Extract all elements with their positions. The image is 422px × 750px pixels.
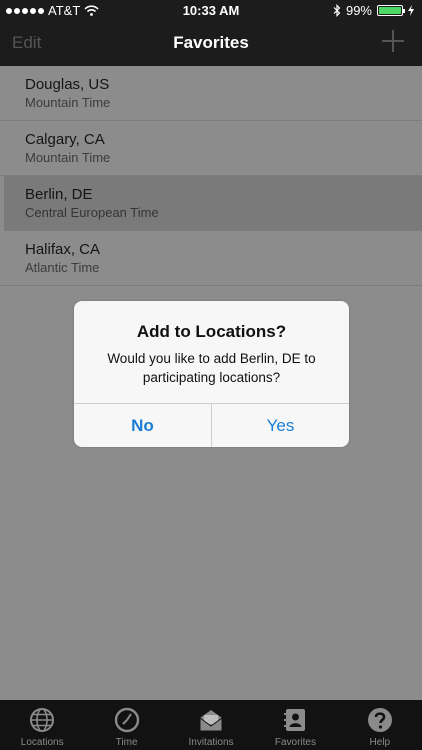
favorite-city: Berlin, DE: [25, 186, 93, 203]
globe-icon: [30, 708, 55, 732]
favorite-timezone: Mountain Time: [25, 95, 111, 110]
tab-locations[interactable]: Locations: [0, 700, 84, 750]
favorite-timezone: Mountain Time: [25, 150, 111, 165]
favorite-city: Halifax, CA: [25, 241, 101, 258]
tab-bar: Locations Time Invitations Favorites Hel…: [0, 700, 422, 750]
favorite-timezone: Atlantic Time: [25, 260, 100, 275]
favorites-list: Douglas, US Mountain Time Calgary, CA Mo…: [0, 66, 422, 286]
battery-icon: [377, 5, 405, 16]
tab-time[interactable]: Time: [84, 700, 168, 750]
navigation-bar: Edit Favorites: [0, 22, 422, 66]
tab-favorites[interactable]: Favorites: [253, 700, 337, 750]
tab-label: Time: [115, 737, 138, 748]
add-button[interactable]: [382, 30, 404, 52]
favorite-row[interactable]: Berlin, DE Central European Time: [4, 176, 422, 231]
no-button[interactable]: No: [74, 404, 212, 447]
favorite-row[interactable]: Halifax, CA Atlantic Time: [0, 231, 422, 286]
tab-label: Locations: [20, 737, 64, 748]
tab-invitations[interactable]: Invitations: [169, 700, 253, 750]
bluetooth-icon: [333, 4, 341, 17]
status-bar: AT&T 10:33 AM 99%: [0, 0, 422, 22]
dialog-message: Would you like to add Berlin, DE to part…: [107, 351, 316, 385]
favorite-city: Douglas, US: [25, 76, 110, 93]
tab-label: Invitations: [188, 737, 234, 748]
dialog-buttons: No Yes: [74, 403, 349, 447]
tab-label: Help: [369, 737, 391, 748]
yes-button[interactable]: Yes: [212, 404, 349, 447]
tab-help[interactable]: Help: [338, 700, 422, 750]
favorite-timezone: Central European Time: [25, 205, 159, 220]
favorite-city: Calgary, CA: [25, 131, 105, 148]
favorite-row[interactable]: Douglas, US Mountain Time: [0, 66, 422, 121]
envelope-icon: [199, 710, 223, 732]
battery-percent: 99%: [345, 3, 372, 18]
top-bar: AT&T 10:33 AM 99% Edit Favorites: [0, 0, 422, 66]
charging-icon: [408, 5, 414, 16]
add-to-locations-dialog: Add to Locations? Would you like to add …: [74, 301, 349, 447]
favorite-row[interactable]: Calgary, CA Mountain Time: [0, 121, 422, 176]
dialog-title: Add to Locations?: [136, 322, 287, 341]
contact-book-icon: [284, 709, 306, 731]
battery-level: [379, 7, 401, 14]
tab-label: Favorites: [274, 737, 316, 748]
clock-icon: [114, 707, 139, 733]
question-icon: [367, 708, 392, 732]
page-title: Favorites: [173, 33, 249, 52]
